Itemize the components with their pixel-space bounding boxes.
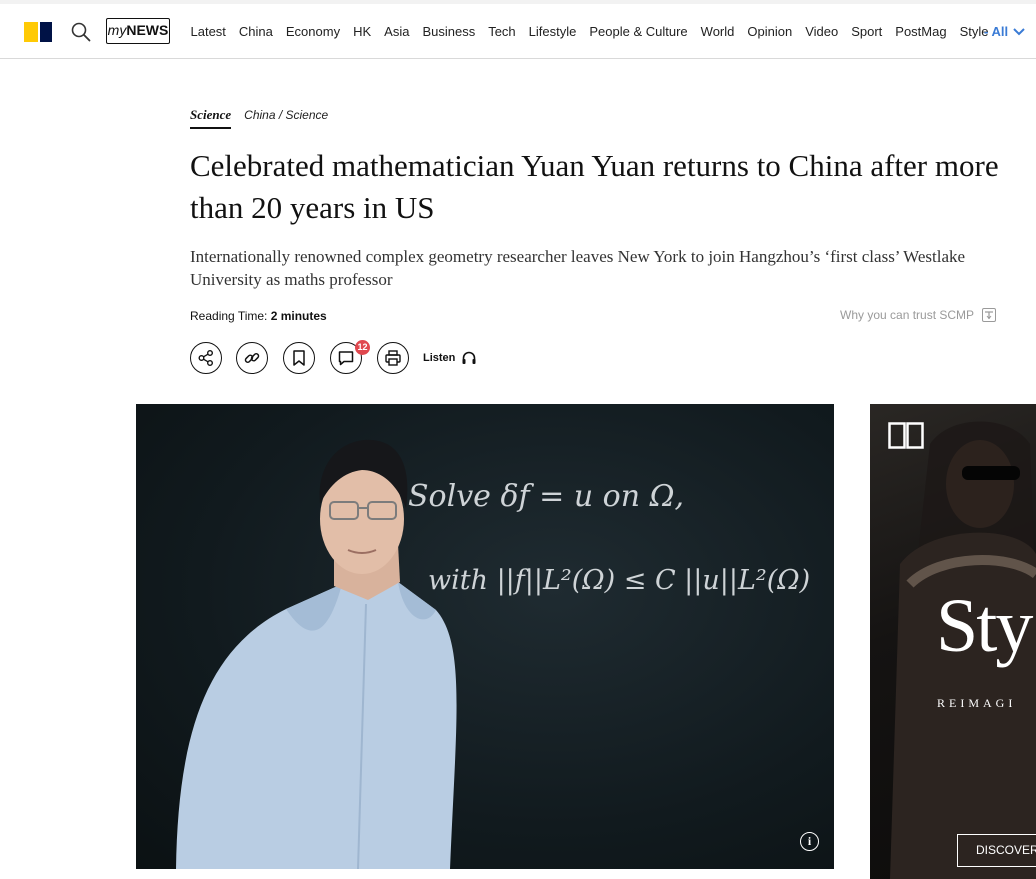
- nav-item-business[interactable]: Business: [416, 24, 482, 40]
- share-icon: [198, 350, 213, 366]
- copy-link-button[interactable]: [236, 342, 268, 374]
- ad-discover-button[interactable]: DISCOVER: [957, 834, 1036, 867]
- nav-item-asia[interactable]: Asia: [378, 24, 416, 40]
- search-icon[interactable]: [70, 21, 92, 43]
- nav-item-opinion[interactable]: Opinion: [741, 24, 799, 40]
- chalkboard-line-2: with ||f||L²(Ω) ≤ C ||u||L²(Ω): [428, 565, 810, 596]
- top-navigation-bar: myNEWS Latest China Economy HK Asia Busi…: [0, 0, 1036, 59]
- nav-item-latest[interactable]: Latest: [184, 24, 232, 40]
- chevron-down-icon: [1013, 27, 1025, 35]
- all-sections-label: - All: [984, 24, 1009, 39]
- nav-item-hk[interactable]: HK: [347, 24, 378, 40]
- nav-item-video[interactable]: Video: [799, 24, 845, 40]
- comment-count-badge: 12: [355, 340, 370, 355]
- nav-item-postmag[interactable]: PostMag: [889, 24, 953, 40]
- nav-item-tech[interactable]: Tech: [482, 24, 522, 40]
- nav-item-lifestyle[interactable]: Lifestyle: [522, 24, 583, 40]
- listen-button[interactable]: Listen: [423, 350, 477, 365]
- logo-navy-block: [40, 22, 52, 42]
- section-nav: Latest China Economy HK Asia Business Te…: [184, 24, 995, 40]
- scmp-logo[interactable]: [24, 22, 54, 42]
- ad-wordmark: Sty: [936, 584, 1033, 668]
- mynews-prefix: my: [107, 22, 127, 38]
- nav-item-people-culture[interactable]: People & Culture: [583, 24, 694, 40]
- reading-time-label: Reading Time:: [190, 309, 268, 323]
- print-button[interactable]: [377, 342, 409, 374]
- image-info-icon[interactable]: i: [800, 832, 819, 851]
- hero-photo: Solve δf = u on Ω, with ||f||L²(Ω) ≤ C |…: [136, 404, 834, 869]
- headphones-icon: [462, 351, 476, 364]
- reading-time: Reading Time: 2 minutes: [190, 309, 327, 323]
- bookmark-icon: [293, 350, 305, 366]
- comment-icon: [338, 351, 354, 366]
- article-subheadline: Internationally renowned complex geometr…: [190, 247, 966, 289]
- section-link[interactable]: Science: [190, 107, 232, 129]
- nav-item-economy[interactable]: Economy: [279, 24, 346, 40]
- top-divider: [0, 0, 1036, 4]
- comments-button[interactable]: 12: [330, 340, 370, 374]
- trust-icon: [982, 308, 997, 322]
- listen-label: Listen: [423, 351, 456, 364]
- chalkboard-line-1: Solve δf = u on Ω,: [408, 479, 684, 514]
- advertisement[interactable]: Sty REIMAGI DISCOVER: [870, 404, 1036, 879]
- nav-item-world[interactable]: World: [694, 24, 741, 40]
- mynews-suffix: NEWS: [126, 22, 169, 38]
- all-sections-button[interactable]: - All: [984, 24, 1026, 39]
- breadcrumb: Science China / Science: [190, 107, 328, 129]
- article-headline: Celebrated mathematician Yuan Yuan retur…: [190, 148, 999, 225]
- ad-tagline: REIMAGI: [937, 696, 1017, 710]
- nav-item-china[interactable]: China: [232, 24, 279, 40]
- nav-item-sport[interactable]: Sport: [845, 24, 889, 40]
- link-icon: [244, 352, 260, 364]
- bookmark-button[interactable]: [283, 342, 315, 374]
- share-button[interactable]: [190, 342, 222, 374]
- trust-label: Why you can trust SCMP: [840, 308, 975, 322]
- mynews-button[interactable]: myNEWS: [106, 18, 170, 44]
- ad-book-icon[interactable]: [888, 422, 924, 455]
- reading-time-value: 2 minutes: [270, 309, 327, 323]
- breadcrumb-link[interactable]: China / Science: [244, 108, 328, 122]
- trust-link[interactable]: Why you can trust SCMP: [840, 308, 997, 322]
- print-icon: [385, 350, 401, 366]
- logo-yellow-block: [24, 22, 38, 42]
- hero-illustration: Solve δf = u on Ω, with ||f||L²(Ω) ≤ C |…: [176, 439, 810, 869]
